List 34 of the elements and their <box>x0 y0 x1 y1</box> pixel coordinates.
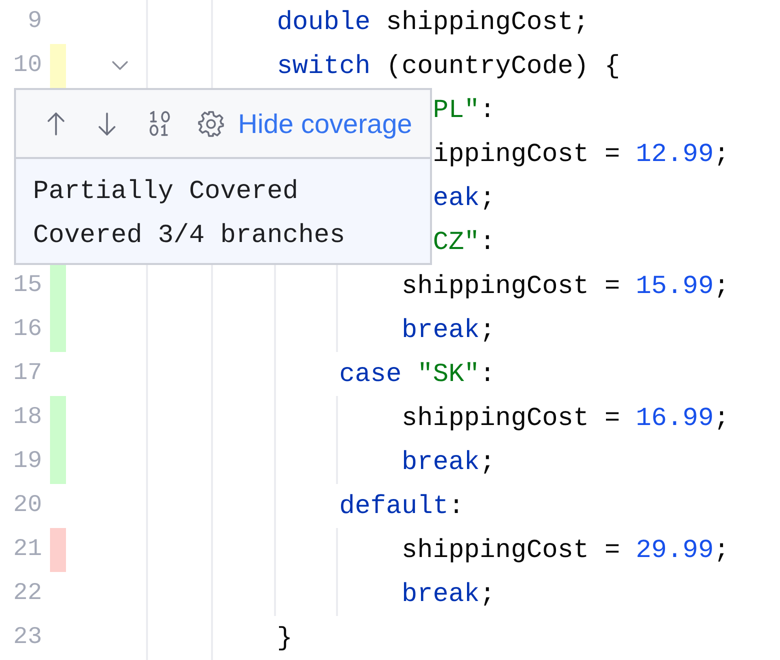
code-line: shippingCost = 29.99; <box>402 534 730 566</box>
line-number: 9 <box>28 7 42 37</box>
line-number: 10 <box>13 51 42 81</box>
line-number: 21 <box>13 535 42 565</box>
code-line: } <box>276 622 292 654</box>
code-line: shippingCost = 15.99; <box>402 270 730 302</box>
hide-coverage-link[interactable]: Hide coverage <box>238 108 412 140</box>
line-number: 18 <box>13 403 42 433</box>
line-number: 23 <box>13 623 42 653</box>
line-number: 22 <box>13 579 42 609</box>
code-line: PL": <box>432 94 496 126</box>
chevron-down-icon[interactable] <box>112 61 128 71</box>
code-line: break; <box>402 314 496 346</box>
code-line: double shippingCost; <box>276 6 589 38</box>
arrow-down-icon <box>98 112 116 136</box>
coverage-message: Partially Covered <box>33 175 298 208</box>
coverage-message: Covered 3/4 branches <box>33 219 346 252</box>
line-number: 19 <box>13 447 42 477</box>
code-line: CZ": <box>432 226 496 258</box>
code-line: case "SK": <box>339 358 496 390</box>
binary-digits-icon <box>149 111 171 136</box>
line-number: 17 <box>13 359 42 389</box>
code-line: default: <box>339 490 464 522</box>
code-line: switch (countryCode) { <box>276 50 620 82</box>
code-line: ippingCost = 12.99; <box>432 138 730 170</box>
code-line: shippingCost = 16.99; <box>402 402 730 434</box>
code-line: eak; <box>432 182 496 214</box>
arrow-up-icon <box>47 112 65 136</box>
code-line: break; <box>402 446 496 478</box>
line-number: 16 <box>13 315 42 345</box>
line-number: 15 <box>13 271 42 301</box>
code-line: break; <box>402 578 496 610</box>
line-number: 20 <box>13 491 42 521</box>
settings-icon <box>198 110 224 136</box>
